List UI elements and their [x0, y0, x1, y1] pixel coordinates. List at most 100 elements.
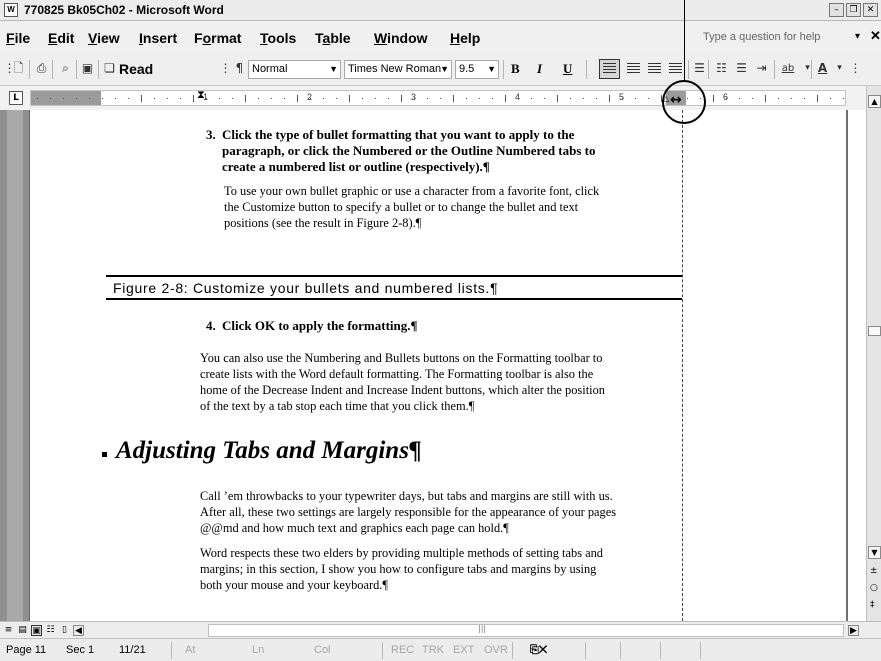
research-icon[interactable]: ⌕ [58, 61, 73, 76]
formatting-toolbar: ⋮ 🗋 ⎙ ⌕ ▣ ❏ Read ⋮ ¶ Normal ▼ Times New R… [0, 53, 881, 86]
indent-marker-icon[interactable]: ⧗ [197, 88, 205, 102]
font-size-select[interactable]: 9.5 ▼ [455, 60, 499, 79]
toolbar-options-icon[interactable]: ⋮ [218, 61, 233, 76]
menu-window[interactable]: Window [374, 30, 428, 46]
scroll-right-icon[interactable]: ▶ [848, 625, 859, 636]
menu-bar: File Edit View Insert Format Tools Table Window… [0, 21, 881, 53]
menu-help[interactable]: Help [450, 30, 480, 46]
vertical-scrollbar[interactable]: ▲ ▼ ± ○ ‡ [866, 86, 881, 621]
scroll-down-icon[interactable]: ▼ [868, 546, 881, 559]
spelling-status-icon[interactable]: ⎘✕ [530, 644, 547, 657]
scroll-left-icon[interactable]: ◀ [73, 625, 84, 636]
status-section: Sec 1 [66, 644, 95, 656]
scroll-grip-icon: ||| [478, 624, 487, 633]
print-icon[interactable]: ⎙ [34, 61, 49, 76]
line-spacing-icon[interactable]: ☰ [692, 61, 707, 76]
step-3: 3. Click the type of bullet formatting t… [206, 127, 596, 174]
align-left-icon [603, 63, 616, 74]
ruler-row: L 123456 [0, 86, 881, 110]
document-page[interactable]: 3. Click the type of bullet formatting t… [30, 110, 847, 621]
title-bar: W 770825 Bk05Ch02 - Microsoft Word – ❐ ✕ [0, 0, 881, 21]
figure-rule-top [106, 275, 682, 277]
menu-table[interactable]: Table [315, 30, 351, 46]
new-document-icon[interactable]: 🗋 [11, 61, 26, 76]
browse-object-icon[interactable]: ○ [870, 583, 878, 593]
status-line: Ln [252, 644, 265, 656]
read-button[interactable]: Read [119, 61, 153, 77]
status-track-changes[interactable]: TRK [422, 644, 444, 656]
web-layout-icon[interactable]: ▤ [17, 625, 28, 636]
underline-button[interactable]: U [563, 61, 572, 77]
increase-indent-icon[interactable]: ⇥ [754, 61, 769, 76]
scroll-up-icon[interactable]: ▲ [868, 95, 881, 108]
menu-view[interactable]: View [88, 30, 120, 46]
callout-circle [662, 80, 706, 124]
toolbar-overflow-icon[interactable]: ⋮ [848, 61, 863, 76]
word-icon[interactable]: W [4, 3, 18, 17]
italic-button[interactable]: I [537, 61, 542, 77]
tab-selector[interactable]: L [9, 91, 23, 105]
section-heading: Adjusting Tabs and Margins¶ [116, 437, 422, 464]
menu-tools[interactable]: Tools [260, 30, 296, 46]
numbering-icon[interactable]: ☷ [714, 61, 729, 76]
horizontal-scroll-row: ≡ ▤ ▣ ☷ ▯ ◀ ||| ▶ [0, 621, 881, 638]
bold-button[interactable]: B [511, 61, 520, 77]
menu-edit[interactable]: Edit [48, 30, 74, 46]
permission-icon[interactable]: ▣ [80, 61, 95, 76]
chevron-down-icon[interactable]: ▾ [800, 61, 815, 76]
status-column: Col [314, 644, 331, 656]
ruler-number: 5 [619, 92, 625, 102]
status-extend[interactable]: EXT [453, 644, 474, 656]
font-color-icon[interactable]: A [815, 61, 830, 76]
status-at: At [185, 644, 196, 656]
style-styles-icon[interactable]: ¶ [232, 61, 247, 76]
figure-caption: Figure 2-8: Customize your bullets and n… [113, 280, 499, 296]
print-layout-icon[interactable]: ▣ [31, 625, 42, 636]
menu-format[interactable]: Format [194, 30, 241, 46]
window-title: 770825 Bk05Ch02 - Microsoft Word [24, 3, 224, 17]
style-select[interactable]: Normal ▼ [248, 60, 341, 79]
ruler-number: 3 [411, 92, 417, 102]
bullets-icon[interactable]: ☰ [734, 61, 749, 76]
figure-rule-bottom [106, 298, 682, 300]
menu-insert[interactable]: Insert [139, 30, 177, 46]
align-right-icon[interactable] [648, 63, 661, 74]
left-margin-area [31, 91, 101, 105]
callout-leader-line [684, 0, 685, 80]
page-shadow [846, 110, 848, 621]
reading-layout-icon[interactable]: ▯ [59, 625, 70, 636]
align-center-icon[interactable] [627, 63, 640, 74]
step-3-explanation: To use your own bullet graphic or use a … [224, 184, 600, 230]
left-gutter [0, 110, 30, 621]
menu-file[interactable]: File [6, 30, 30, 46]
margin-guide-line [682, 110, 683, 621]
chevron-down-icon[interactable]: ▾ [855, 31, 860, 42]
horizontal-ruler[interactable]: 123456 [30, 90, 846, 106]
outline-view-icon[interactable]: ☷ [45, 625, 56, 636]
close-icon[interactable]: ✕ [863, 3, 878, 17]
help-search-input[interactable]: Type a question for help [703, 31, 820, 43]
status-bar: Page 11 Sec 1 11/21 At Ln Col REC TRK EX… [0, 638, 881, 661]
read-book-icon: ❏ [104, 61, 115, 75]
previous-page-icon[interactable]: ± [870, 566, 878, 576]
status-page: Page 11 [6, 644, 47, 656]
next-page-icon[interactable]: ‡ [870, 600, 875, 610]
minimize-icon[interactable]: – [829, 3, 844, 17]
chevron-down-icon[interactable]: ▾ [832, 61, 847, 76]
font-select[interactable]: Times New Roman ▼ [344, 60, 452, 79]
paragraph-tabs-intro: Call ’em throwbacks to your typewriter d… [200, 489, 617, 535]
ruler-number: 6 [723, 92, 729, 102]
ruler-number: 4 [515, 92, 521, 102]
justify-icon[interactable] [669, 63, 682, 74]
normal-view-icon[interactable]: ≡ [3, 625, 14, 636]
status-pages: 11/21 [119, 644, 146, 656]
scroll-thumb[interactable] [868, 326, 881, 336]
status-overtype[interactable]: OVR [484, 644, 508, 656]
restore-icon[interactable]: ❐ [846, 3, 861, 17]
resize-arrow-icon: ↔ [670, 92, 682, 108]
status-record-macro[interactable]: REC [391, 644, 414, 656]
close-document-icon[interactable]: ✕ [870, 28, 881, 44]
horizontal-scroll-track[interactable] [208, 624, 844, 637]
highlight-icon[interactable]: ab [778, 61, 798, 76]
step-4: 4. Click OK to apply the formatting.¶ [206, 318, 418, 333]
